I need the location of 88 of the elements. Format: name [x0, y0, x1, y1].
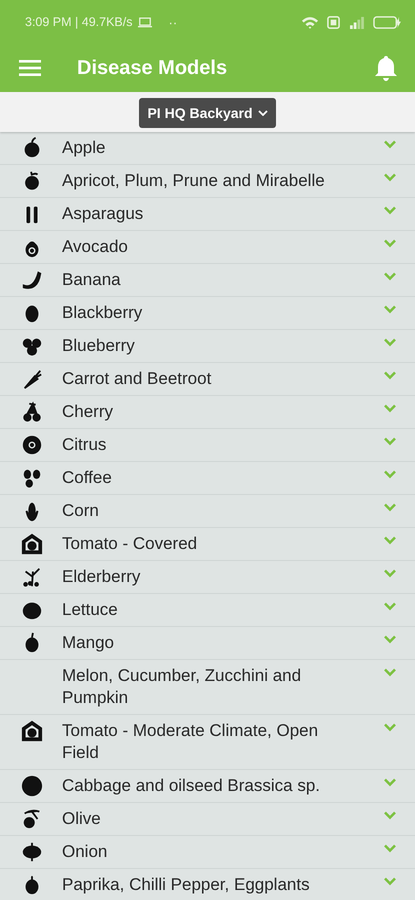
model-row[interactable]: Coffee	[0, 462, 415, 495]
model-name: Tomato - Moderate Climate, Open Field	[62, 720, 320, 764]
laptop-icon	[138, 16, 152, 28]
chevron-icon[interactable]	[383, 305, 397, 314]
model-name: Olive	[62, 808, 102, 830]
plant-icon	[21, 566, 43, 588]
status-dots: ··	[168, 14, 178, 30]
greenhouse-icon	[21, 533, 43, 555]
model-name: Blueberry	[62, 335, 136, 357]
model-row[interactable]: Onion	[0, 836, 415, 869]
sim-icon	[327, 16, 340, 28]
model-name: Apple	[62, 137, 106, 159]
model-row[interactable]: Mango	[0, 627, 415, 660]
battery-icon	[373, 16, 401, 28]
coffee-bean-icon	[21, 467, 43, 489]
model-row[interactable]: Tomato - Covered	[0, 528, 415, 561]
model-row[interactable]: Asparagus	[0, 198, 415, 231]
cherry-icon	[21, 401, 43, 423]
model-name: Asparagus	[62, 203, 144, 225]
caret-icon	[258, 110, 268, 116]
chevron-icon[interactable]	[383, 635, 397, 644]
model-row[interactable]: Olive	[0, 803, 415, 836]
wifi-icon	[301, 16, 319, 28]
model-name: Tomato - Covered	[62, 533, 198, 555]
bell-icon[interactable]	[375, 55, 397, 81]
screen-title: Disease Models	[77, 56, 228, 80]
model-name: Coffee	[62, 467, 113, 489]
model-name: Mango	[62, 632, 115, 654]
model-row[interactable]: Carrot and Beetroot	[0, 363, 415, 396]
banana-icon	[21, 269, 43, 291]
chevron-icon[interactable]	[383, 272, 397, 281]
chevron-icon[interactable]	[383, 239, 397, 248]
model-name: Citrus	[62, 434, 108, 456]
model-row[interactable]: Blackberry	[0, 297, 415, 330]
onion-icon	[21, 841, 43, 863]
greenhouse-icon	[21, 720, 43, 742]
chevron-icon[interactable]	[383, 778, 397, 787]
chevron-icon[interactable]	[383, 503, 397, 512]
chevron-icon[interactable]	[383, 602, 397, 611]
model-name: Banana	[62, 269, 122, 291]
cabbage-icon	[21, 775, 43, 797]
model-name: Cabbage and oilseed Brassica sp.	[62, 775, 321, 797]
model-row[interactable]: Paprika, Chilli Pepper, Eggplants	[0, 869, 415, 900]
model-row[interactable]: Elderberry	[0, 561, 415, 594]
chevron-icon[interactable]	[383, 338, 397, 347]
chevron-icon[interactable]	[383, 569, 397, 578]
model-row[interactable]: Corn	[0, 495, 415, 528]
chevron-icon[interactable]	[383, 723, 397, 732]
model-name: Avocado	[62, 236, 129, 258]
model-name: Carrot and Beetroot	[62, 368, 212, 390]
model-name: Elderberry	[62, 566, 142, 588]
model-row[interactable]: Citrus	[0, 429, 415, 462]
chevron-icon[interactable]	[383, 844, 397, 853]
chevron-icon[interactable]	[383, 877, 397, 886]
menu-icon[interactable]	[19, 60, 41, 76]
model-row[interactable]: Lettuce	[0, 594, 415, 627]
chevron-icon[interactable]	[383, 206, 397, 215]
model-row[interactable]: Blueberry	[0, 330, 415, 363]
chevron-icon[interactable]	[383, 140, 397, 149]
model-row[interactable]: Apricot, Plum, Prune and Mirabelle	[0, 165, 415, 198]
model-name: Corn	[62, 500, 100, 522]
chevron-icon[interactable]	[383, 668, 397, 677]
model-name: Blackberry	[62, 302, 144, 324]
model-row[interactable]: Cabbage and oilseed Brassica sp.	[0, 770, 415, 803]
model-name: Cherry	[62, 401, 114, 423]
chevron-icon[interactable]	[383, 536, 397, 545]
carrot-icon	[21, 368, 43, 390]
status-time: 3:09 PM | 49.7KB/s	[25, 15, 132, 29]
model-name: Melon, Cucumber, Zucchini and Pumpkin	[62, 665, 302, 709]
chevron-icon[interactable]	[383, 371, 397, 380]
model-name: Paprika, Chilli Pepper, Eggplants	[62, 874, 311, 896]
model-row[interactable]: Banana	[0, 264, 415, 297]
location-dropdown[interactable]: PI HQ Backyard	[139, 98, 276, 128]
chevron-icon[interactable]	[383, 404, 397, 413]
model-row[interactable]: Cherry	[0, 396, 415, 429]
model-row[interactable]: Melon, Cucumber, Zucchini and Pumpkin	[0, 660, 415, 715]
chevron-icon[interactable]	[383, 437, 397, 446]
model-row[interactable]: Apple	[0, 132, 415, 165]
model-name: Onion	[62, 841, 108, 863]
model-name: Lettuce	[62, 599, 119, 621]
chevron-icon[interactable]	[383, 470, 397, 479]
chevron-icon[interactable]	[383, 811, 397, 820]
model-row[interactable]: Avocado	[0, 231, 415, 264]
signal-icon	[348, 16, 365, 28]
chevron-icon[interactable]	[383, 173, 397, 182]
model-row[interactable]: Tomato - Moderate Climate, Open Field	[0, 715, 415, 770]
model-name: Apricot, Plum, Prune and Mirabelle	[62, 170, 326, 192]
citrus-icon	[21, 434, 43, 456]
